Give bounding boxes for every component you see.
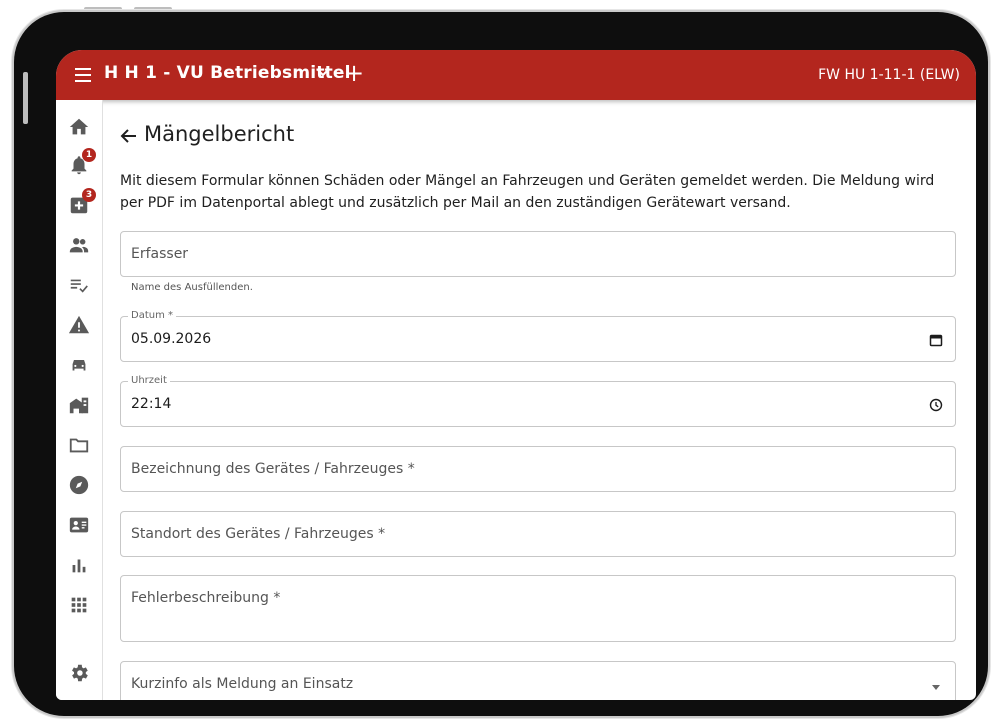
medical-plus-icon[interactable]: 3 bbox=[68, 188, 96, 216]
bar-chart-icon[interactable] bbox=[68, 554, 90, 576]
form-description: Mit diesem Formular können Schäden oder … bbox=[120, 173, 935, 211]
back-arrow-icon[interactable] bbox=[119, 126, 139, 146]
standort-placeholder: Standort des Gerätes / Fahrzeuges * bbox=[131, 526, 386, 542]
app-bar: H H 1 - VU Betriebsmittel + FW HU 1-11-1… bbox=[56, 50, 976, 100]
erfasser-helper-text: Name des Ausfüllenden. bbox=[131, 282, 253, 293]
kurzinfo-select[interactable]: Kurzinfo als Meldung an Einsatz bbox=[120, 661, 956, 700]
erfasser-input[interactable]: Erfasser bbox=[120, 231, 956, 277]
standort-input[interactable]: Standort des Gerätes / Fahrzeuges * bbox=[120, 511, 956, 557]
calendar-icon[interactable] bbox=[929, 333, 943, 347]
app-screen: H H 1 - VU Betriebsmittel + FW HU 1-11-1… bbox=[56, 50, 976, 700]
chevron-down-icon[interactable] bbox=[316, 65, 330, 79]
home-icon[interactable] bbox=[68, 116, 90, 138]
fehlerbeschreibung-textarea[interactable]: Fehlerbeschreibung * bbox=[120, 575, 956, 642]
uhrzeit-value: 22:14 bbox=[131, 396, 172, 412]
uhrzeit-field[interactable]: Uhrzeit 22:14 bbox=[120, 375, 956, 427]
kurzinfo-placeholder: Kurzinfo als Meldung an Einsatz bbox=[131, 676, 354, 692]
datum-label: Datum * bbox=[128, 310, 177, 322]
apps-grid-icon[interactable] bbox=[68, 594, 90, 616]
bezeichnung-input[interactable]: Bezeichnung des Gerätes / Fahrzeuges * bbox=[120, 446, 956, 492]
unit-label[interactable]: FW HU 1-11-1 (ELW) bbox=[818, 67, 960, 83]
datum-field[interactable]: Datum * 05.09.2026 bbox=[120, 310, 956, 362]
device-side-button bbox=[23, 72, 28, 124]
uhrzeit-label: Uhrzeit bbox=[128, 375, 170, 387]
bell-icon[interactable]: 1 bbox=[68, 148, 96, 176]
main-content: Mängelbericht Mit diesem Formular können… bbox=[103, 100, 976, 700]
checklist-icon[interactable] bbox=[68, 274, 90, 296]
car-icon[interactable] bbox=[68, 354, 90, 376]
menu-icon[interactable] bbox=[75, 68, 91, 82]
compass-icon[interactable] bbox=[68, 474, 90, 496]
clock-icon[interactable] bbox=[929, 398, 943, 412]
notification-badge: 1 bbox=[82, 148, 96, 162]
tablet-frame: H H 1 - VU Betriebsmittel + FW HU 1-11-1… bbox=[14, 12, 988, 716]
folder-icon[interactable] bbox=[68, 434, 90, 456]
datum-value: 05.09.2026 bbox=[131, 331, 212, 347]
warning-icon[interactable] bbox=[68, 314, 90, 336]
add-icon[interactable]: + bbox=[344, 61, 364, 85]
settings-icon[interactable] bbox=[68, 662, 90, 684]
dropdown-arrow-icon[interactable] bbox=[929, 680, 943, 694]
fehlerbeschreibung-placeholder: Fehlerbeschreibung * bbox=[131, 590, 281, 606]
bezeichnung-placeholder: Bezeichnung des Gerätes / Fahrzeuges * bbox=[131, 461, 415, 477]
page-title: Mängelbericht bbox=[144, 122, 295, 146]
building-icon[interactable] bbox=[68, 394, 90, 416]
side-nav: 1 3 bbox=[56, 100, 103, 700]
contact-card-icon[interactable] bbox=[68, 514, 90, 536]
erfasser-placeholder: Erfasser bbox=[131, 246, 189, 262]
notification-badge: 3 bbox=[82, 188, 96, 202]
app-title[interactable]: H H 1 - VU Betriebsmittel bbox=[104, 63, 351, 83]
people-icon[interactable] bbox=[68, 234, 90, 256]
